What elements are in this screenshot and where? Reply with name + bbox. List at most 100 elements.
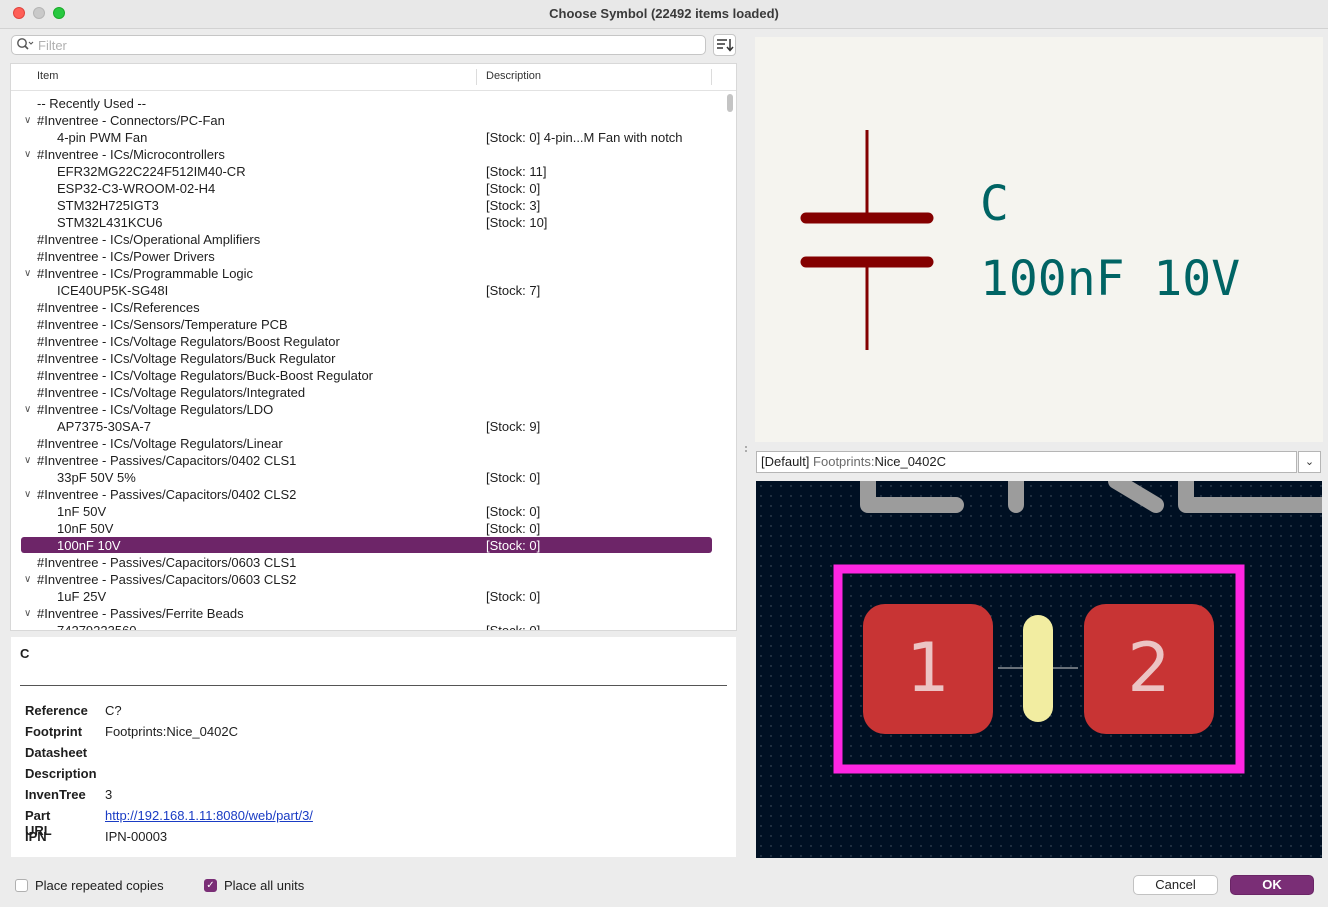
- details-label: Description: [25, 766, 97, 781]
- place-repeated-checkbox[interactable]: [15, 879, 28, 892]
- chevron-down-icon[interactable]: ∨: [24, 452, 31, 469]
- tree-row-name: #Inventree - ICs/Voltage Regulators/Boos…: [37, 334, 340, 349]
- chevron-down-icon[interactable]: ∨: [24, 571, 31, 588]
- column-divider[interactable]: [711, 69, 712, 85]
- tree-row-name: 4-pin PWM Fan: [57, 130, 148, 145]
- tree-header: Item Description: [11, 64, 736, 91]
- pad-1-number: 1: [906, 629, 949, 708]
- tree-group-row[interactable]: ∨ #Inventree - Connectors/PC-Fan: [11, 112, 736, 129]
- tree-row-name: #Inventree - Passives/Capacitors/0402 CL…: [37, 487, 297, 502]
- tree-row-name: #Inventree - ICs/Operational Amplifiers: [37, 232, 261, 247]
- tree-row-name: #Inventree - ICs/Voltage Regulators/LDO: [37, 402, 274, 417]
- tree-item-row[interactable]: 1nF 50V [Stock: 0]: [11, 503, 736, 520]
- tree-group-row[interactable]: #Inventree - ICs/Sensors/Temperature PCB: [11, 316, 736, 333]
- tree-group-row[interactable]: #Inventree - ICs/Power Drivers: [11, 248, 736, 265]
- ok-button[interactable]: OK: [1230, 875, 1314, 895]
- column-header-description[interactable]: Description: [486, 70, 541, 82]
- tree-group-row[interactable]: ∨ #Inventree - Passives/Capacitors/0402 C…: [11, 486, 736, 503]
- sort-icon: [717, 39, 734, 52]
- tree-row-name: -- Recently Used --: [37, 96, 147, 111]
- symbol-preview: C 100nF 10V: [755, 37, 1323, 442]
- details-label: Datasheet: [25, 745, 88, 760]
- tree-group-row[interactable]: #Inventree - ICs/Voltage Regulators/Line…: [11, 435, 736, 452]
- tree-group-row[interactable]: ∨ #Inventree - ICs/Voltage Regulators/LDO: [11, 401, 736, 418]
- filter-field[interactable]: [11, 35, 706, 55]
- title-bar: Choose Symbol (22492 items loaded): [0, 0, 1328, 29]
- tree-row-name: #Inventree - ICs/Sensors/Temperature PCB: [37, 317, 288, 332]
- chevron-down-icon[interactable]: ∨: [24, 265, 31, 282]
- footprint-dropdown-button[interactable]: ⌄: [1298, 451, 1321, 473]
- tree-group-row[interactable]: #Inventree - ICs/Voltage Regulators/Buck…: [11, 367, 736, 384]
- tree-rows: -- Recently Used -- ∨ #Inventree - Connect…: [11, 95, 736, 631]
- place-repeated-label[interactable]: Place repeated copies: [35, 878, 164, 893]
- tree-scrollbar[interactable]: [727, 94, 733, 112]
- footprint-selector[interactable]: [Default] Footprints:Nice_0402C: [756, 451, 1297, 473]
- chevron-down-icon[interactable]: ∨: [24, 146, 31, 163]
- tree-item-row[interactable]: 74279223560 [Stock: 0]: [11, 622, 736, 631]
- tree-group-row[interactable]: ∨ #Inventree - ICs/Microcontrollers: [11, 146, 736, 163]
- tree-row-name: AP7375-30SA-7: [57, 419, 151, 434]
- symbol-tree[interactable]: Item Description -- Recently Used -- ∨ #In…: [10, 63, 737, 631]
- chevron-down-icon[interactable]: ∨: [24, 605, 31, 622]
- tree-row-name: #Inventree - Passives/Capacitors/0603 CL…: [37, 572, 297, 587]
- tree-item-row[interactable]: 100nF 10V [Stock: 0]: [11, 537, 736, 554]
- tree-row-name: #Inventree - ICs/Power Drivers: [37, 249, 215, 264]
- filter-input[interactable]: [38, 37, 698, 53]
- tree-group-row[interactable]: ∨ #Inventree - ICs/Programmable Logic: [11, 265, 736, 282]
- tree-row-description: [Stock: 0]: [486, 470, 541, 485]
- tree-group-row[interactable]: #Inventree - ICs/Operational Amplifiers: [11, 231, 736, 248]
- tree-row-description: [Stock: 0]: [486, 623, 541, 631]
- tree-group-row[interactable]: ∨ #Inventree - Passives/Capacitors/0603 C…: [11, 571, 736, 588]
- tree-row-description: [Stock: 0]: [486, 521, 541, 536]
- tree-row-name: #Inventree - Passives/Capacitors/0603 CL…: [37, 555, 297, 570]
- tree-group-row[interactable]: #Inventree - Passives/Capacitors/0603 CL…: [11, 554, 736, 571]
- pad-2-number: 2: [1127, 629, 1170, 708]
- place-all-units-label[interactable]: Place all units: [224, 878, 304, 893]
- footprint-name: Nice_0402C: [874, 454, 947, 469]
- place-all-units-checkbox[interactable]: ✓: [204, 879, 217, 892]
- tree-item-row[interactable]: ESP32-C3-WROOM-02-H4 [Stock: 0]: [11, 180, 736, 197]
- tree-row-name: STM32L431KCU6: [57, 215, 163, 230]
- tree-row-name: #Inventree - Passives/Ferrite Beads: [37, 606, 244, 621]
- selection-highlight: [21, 537, 712, 553]
- part-url-link[interactable]: http://192.168.1.11:8080/web/part/3/: [105, 808, 313, 823]
- tree-row-name: 1uF 25V: [57, 589, 107, 604]
- tree-group-row[interactable]: #Inventree - ICs/Voltage Regulators/Boos…: [11, 333, 736, 350]
- tree-row-description: [Stock: 0]: [486, 504, 541, 519]
- cancel-button[interactable]: Cancel: [1133, 875, 1218, 895]
- tree-item-row[interactable]: 4-pin PWM Fan [Stock: 0] 4-pin...M Fan wi…: [11, 129, 736, 146]
- tree-item-row[interactable]: ICE40UP5K-SG48I [Stock: 7]: [11, 282, 736, 299]
- column-divider[interactable]: [476, 69, 477, 85]
- tree-row-description: [Stock: 0]: [486, 538, 541, 553]
- tree-item-row[interactable]: 10nF 50V [Stock: 0]: [11, 520, 736, 537]
- tree-group-row[interactable]: #Inventree - ICs/References: [11, 299, 736, 316]
- tree-row-description: [Stock: 0]: [486, 181, 541, 196]
- symbol-details-panel: C Reference C? Footprint Footprints:Nice_04…: [10, 636, 737, 858]
- tree-row-description: [Stock: 11]: [486, 164, 547, 179]
- details-label: InvenTree: [25, 787, 86, 802]
- tree-item-row[interactable]: STM32L431KCU6 [Stock: 10]: [11, 214, 736, 231]
- chevron-down-icon[interactable]: ∨: [24, 112, 31, 129]
- sort-options-button[interactable]: [713, 34, 736, 56]
- tree-group-row[interactable]: #Inventree - ICs/Voltage Regulators/Buck…: [11, 350, 736, 367]
- chevron-down-icon: ⌄: [1304, 456, 1315, 468]
- details-label: IPN: [25, 829, 47, 844]
- tree-row-name: 33pF 50V 5%: [57, 470, 136, 485]
- footprint-preview: 1 2: [756, 481, 1322, 858]
- chevron-down-icon[interactable]: ∨: [24, 401, 31, 418]
- column-header-item[interactable]: Item: [37, 70, 58, 82]
- tree-group-row[interactable]: #Inventree - ICs/Voltage Regulators/Inte…: [11, 384, 736, 401]
- tree-item-row[interactable]: 1uF 25V [Stock: 0]: [11, 588, 736, 605]
- details-value: IPN-00003: [105, 829, 168, 844]
- tree-group-row[interactable]: -- Recently Used --: [11, 95, 736, 112]
- tree-row-name: ESP32-C3-WROOM-02-H4: [57, 181, 216, 196]
- tree-item-row[interactable]: 33pF 50V 5% [Stock: 0]: [11, 469, 736, 486]
- tree-group-row[interactable]: ∨ #Inventree - Passives/Capacitors/0402 C…: [11, 452, 736, 469]
- splitter-handle[interactable]: [743, 441, 749, 452]
- tree-item-row[interactable]: EFR32MG22C224F512IM40-CR [Stock: 11]: [11, 163, 736, 180]
- tree-group-row[interactable]: ∨ #Inventree - Passives/Ferrite Beads: [11, 605, 736, 622]
- tree-item-row[interactable]: STM32H725IGT3 [Stock: 3]: [11, 197, 736, 214]
- chevron-down-icon[interactable]: ∨: [24, 486, 31, 503]
- tree-item-row[interactable]: AP7375-30SA-7 [Stock: 9]: [11, 418, 736, 435]
- tree-row-name: #Inventree - ICs/Microcontrollers: [37, 147, 225, 162]
